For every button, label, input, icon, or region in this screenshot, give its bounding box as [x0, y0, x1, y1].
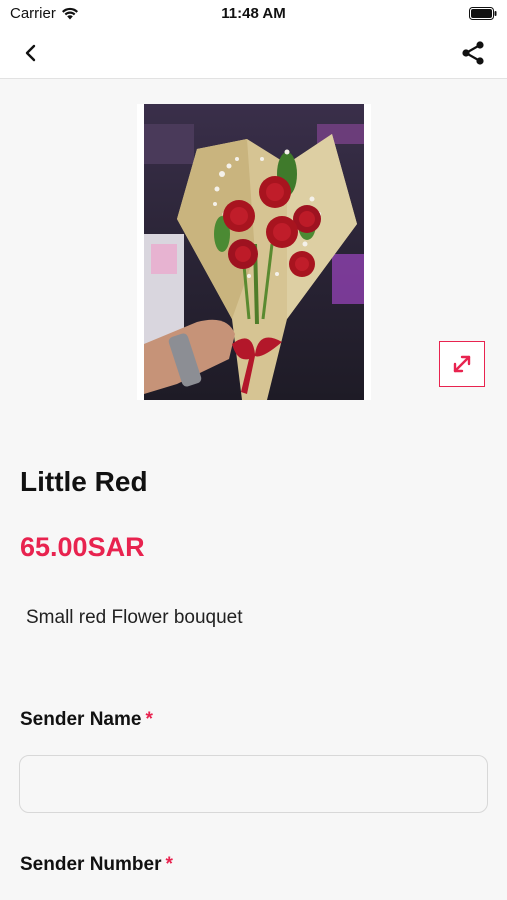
sender-name-field[interactable]: [19, 755, 488, 813]
bouquet-illustration: [144, 104, 364, 400]
back-button[interactable]: [18, 40, 44, 66]
product-description: Small red Flower bouquet: [26, 607, 243, 628]
sender-name-label-text: Sender Name: [20, 709, 142, 730]
status-bar: Carrier 11:48 AM: [0, 0, 507, 28]
sender-number-label-text: Sender Number: [20, 854, 162, 875]
sender-number-label: Sender Number *: [20, 854, 173, 876]
status-time: 11:48 AM: [221, 5, 286, 22]
product-title: Little Red: [20, 466, 148, 497]
expand-image-button[interactable]: [439, 341, 485, 387]
chevron-left-icon: [25, 44, 36, 62]
required-marker: *: [165, 854, 173, 875]
battery-icon: [469, 7, 497, 20]
share-button[interactable]: [459, 39, 487, 67]
sender-name-label: Sender Name *: [20, 709, 153, 731]
product-image[interactable]: [137, 104, 371, 400]
navigation-bar: [0, 28, 507, 79]
product-price: 65.00SAR: [20, 532, 145, 562]
required-marker: *: [145, 709, 153, 730]
share-icon: [462, 41, 484, 65]
sender-name-input[interactable]: [20, 756, 487, 812]
expand-icon: [453, 355, 471, 373]
